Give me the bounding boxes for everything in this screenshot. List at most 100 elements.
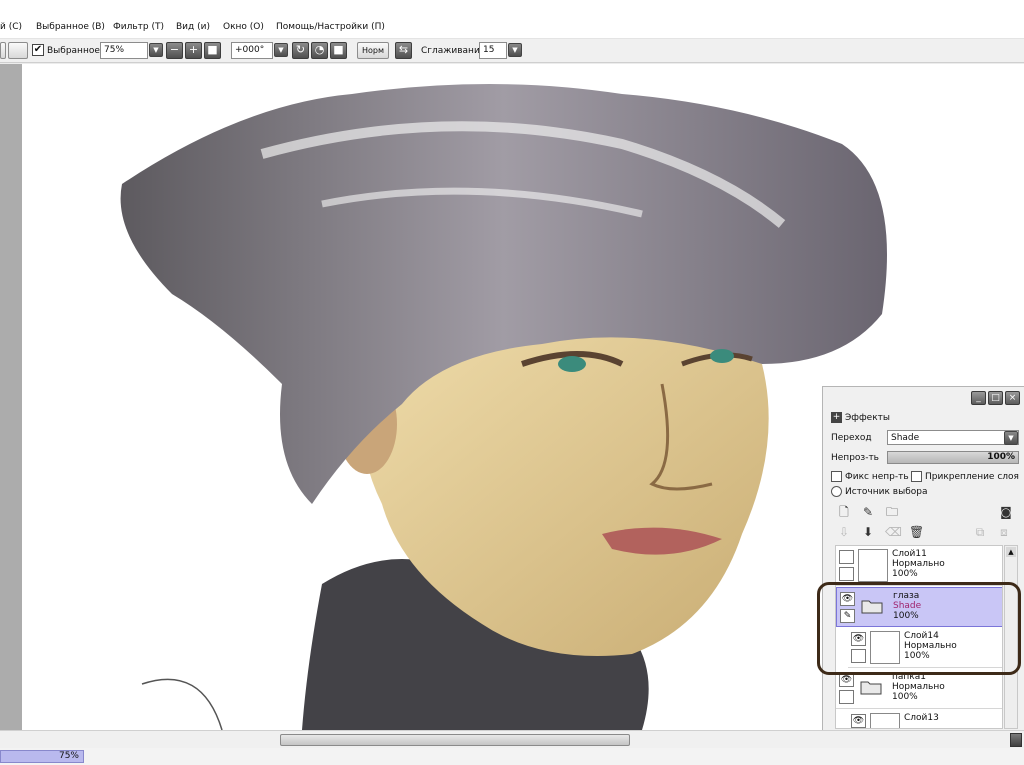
- scroll-up-icon[interactable]: ▲: [1006, 547, 1016, 557]
- menu-bar: й (С) Выбранное (В) Фильтр (Т) Вид (и) О…: [0, 18, 1024, 39]
- layer-name: Слой11: [892, 549, 927, 559]
- zoom-value: 75%: [104, 45, 125, 55]
- layer-opacity: 100%: [892, 692, 918, 702]
- minimize-icon[interactable]: _: [971, 391, 986, 405]
- menu-item-window[interactable]: Окно (О): [223, 22, 264, 32]
- layer-opacity: 100%: [904, 651, 930, 661]
- horizontal-scroll-thumb[interactable]: [280, 734, 630, 746]
- layer-row-sloy13[interactable]: 👁 Слой13: [848, 710, 1002, 728]
- selection-checkbox[interactable]: ✔: [32, 44, 44, 56]
- layer-name: глаза: [893, 591, 920, 601]
- new-folder-icon[interactable]: 🗀: [885, 505, 899, 520]
- maximize-icon[interactable]: □: [988, 391, 1003, 405]
- smoothing-value: 15: [483, 45, 495, 55]
- opacity-value: 100%: [987, 452, 1015, 462]
- menu-item-view[interactable]: Вид (и): [176, 22, 210, 32]
- effects-expand-icon[interactable]: +: [831, 412, 842, 423]
- lock-toggle[interactable]: [839, 690, 854, 704]
- merge-down-icon[interactable]: ⇩: [837, 525, 851, 540]
- toolbar-button-partial[interactable]: [0, 42, 6, 59]
- folder-icon: [860, 681, 882, 695]
- eye-icon[interactable]: 👁: [851, 632, 866, 646]
- close-icon[interactable]: ×: [1005, 391, 1020, 405]
- clear-layer-icon[interactable]: ⌫: [885, 525, 902, 540]
- layer-mode: Shade: [893, 601, 922, 611]
- zoom-in-icon[interactable]: +: [185, 42, 202, 59]
- source-label: Источник выбора: [845, 487, 928, 497]
- rotation-dropdown-button[interactable]: ▼: [274, 43, 288, 57]
- folder-icon: [861, 600, 883, 614]
- visibility-toggle[interactable]: [839, 550, 854, 564]
- scroll-right-button[interactable]: [1010, 733, 1022, 747]
- layer-tools-row-2: ⇩ ⬇ ⌫ 🗑 ⧉ ⧈: [837, 525, 1011, 540]
- eye-icon[interactable]: 👁: [839, 673, 854, 687]
- fix-opacity-row[interactable]: Фикс непр-ть: [831, 471, 909, 482]
- layer-row-sloy11[interactable]: Слой11 Нормально 100%: [836, 546, 1002, 586]
- blend-label: Переход: [831, 433, 872, 443]
- canvas-left-margin: [0, 64, 22, 730]
- menu-item-help-settings[interactable]: Помощь/Настройки (П): [276, 22, 385, 32]
- source-row[interactable]: Источник выбора: [831, 486, 927, 497]
- layer-tools-row-1: 🗋 ✎ 🗀 ◙: [837, 505, 1013, 520]
- smoothing-dropdown-button[interactable]: ▼: [508, 43, 522, 57]
- flip-icon[interactable]: ⇆: [395, 42, 412, 59]
- layer-thumbnail: [858, 549, 888, 582]
- fix-opacity-label: Фикс непр-ть: [845, 472, 909, 482]
- rotate-reset-icon[interactable]: ◔: [311, 42, 328, 59]
- zoom-select[interactable]: 75%: [100, 42, 148, 59]
- layer-list-scrollbar[interactable]: ▲: [1004, 545, 1018, 729]
- zoom-reset-icon[interactable]: ■: [204, 42, 221, 59]
- status-bar: 75%: [0, 748, 1024, 765]
- effects-row[interactable]: + Эффекты: [831, 412, 890, 423]
- menu-item-layer[interactable]: й (С): [0, 22, 22, 32]
- blend-dropdown-button[interactable]: ▼: [1004, 431, 1018, 445]
- layer-row-papka1[interactable]: 👁 папка1 Нормально 100%: [836, 669, 1002, 709]
- clip-label: Прикрепление слоя: [925, 472, 1019, 482]
- layer-opacity: 100%: [892, 569, 918, 579]
- layer-mode: Нормально: [892, 559, 945, 569]
- mask-icon[interactable]: ◙: [999, 505, 1013, 520]
- smoothing-select[interactable]: 15: [479, 42, 507, 59]
- effects-label: Эффекты: [845, 413, 890, 423]
- eye-icon[interactable]: 👁: [851, 714, 866, 728]
- eye-icon[interactable]: 👁: [840, 592, 855, 606]
- blend-mode-value: Shade: [891, 433, 920, 443]
- layer-mode: Нормально: [904, 641, 957, 651]
- layer-row-sloy14[interactable]: 👁 Слой14 Нормально 100%: [848, 628, 1002, 668]
- toolbar-button-grid[interactable]: [8, 42, 28, 59]
- status-zoom: 75%: [0, 750, 84, 763]
- layer-name: Слой14: [904, 631, 939, 641]
- clip-row[interactable]: Прикрепление слоя: [911, 471, 1019, 482]
- selection-checkbox-label: Выбранное: [47, 46, 100, 56]
- transfer-down-icon[interactable]: ⬇: [861, 525, 875, 540]
- rotate-icon[interactable]: ↻: [292, 42, 309, 59]
- opacity-slider[interactable]: 100%: [887, 451, 1019, 464]
- layer-thumbnail: [870, 631, 900, 664]
- panel-window-buttons: _ □ ×: [971, 391, 1020, 405]
- rotation-stop-icon[interactable]: ■: [330, 42, 347, 59]
- layer-panel: _ □ × + Эффекты Переход Shade ▼ Непроз-ть…: [822, 386, 1024, 730]
- source-radio[interactable]: [831, 486, 842, 497]
- new-linework-layer-icon[interactable]: ✎: [861, 505, 875, 520]
- paste-layer-icon[interactable]: ⧈: [997, 525, 1011, 540]
- lock-toggle[interactable]: [839, 567, 854, 581]
- new-layer-icon[interactable]: 🗋: [837, 505, 851, 520]
- lock-toggle[interactable]: [851, 649, 866, 663]
- trash-icon[interactable]: 🗑: [909, 525, 924, 540]
- fix-opacity-checkbox[interactable]: [831, 471, 842, 482]
- zoom-dropdown-button[interactable]: ▼: [149, 43, 163, 57]
- menu-item-selection[interactable]: Выбранное (В): [36, 22, 105, 32]
- menu-item-filter[interactable]: Фильтр (Т): [113, 22, 164, 32]
- rotation-select[interactable]: +000°: [231, 42, 273, 59]
- zoom-out-icon[interactable]: −: [166, 42, 183, 59]
- brush-icon[interactable]: ✎: [840, 609, 855, 623]
- layer-opacity: 100%: [893, 611, 919, 621]
- mode-button[interactable]: Норм: [357, 42, 389, 59]
- clip-checkbox[interactable]: [911, 471, 922, 482]
- blend-mode-select[interactable]: Shade ▼: [887, 430, 1019, 445]
- layer-row-glaza[interactable]: 👁 ✎ глаза Shade 100%: [836, 587, 1002, 627]
- horizontal-scrollbar[interactable]: [0, 730, 1024, 748]
- layer-name: Слой13: [904, 713, 939, 723]
- copy-layer-icon[interactable]: ⧉: [973, 525, 987, 540]
- rotation-value: +000°: [235, 45, 265, 55]
